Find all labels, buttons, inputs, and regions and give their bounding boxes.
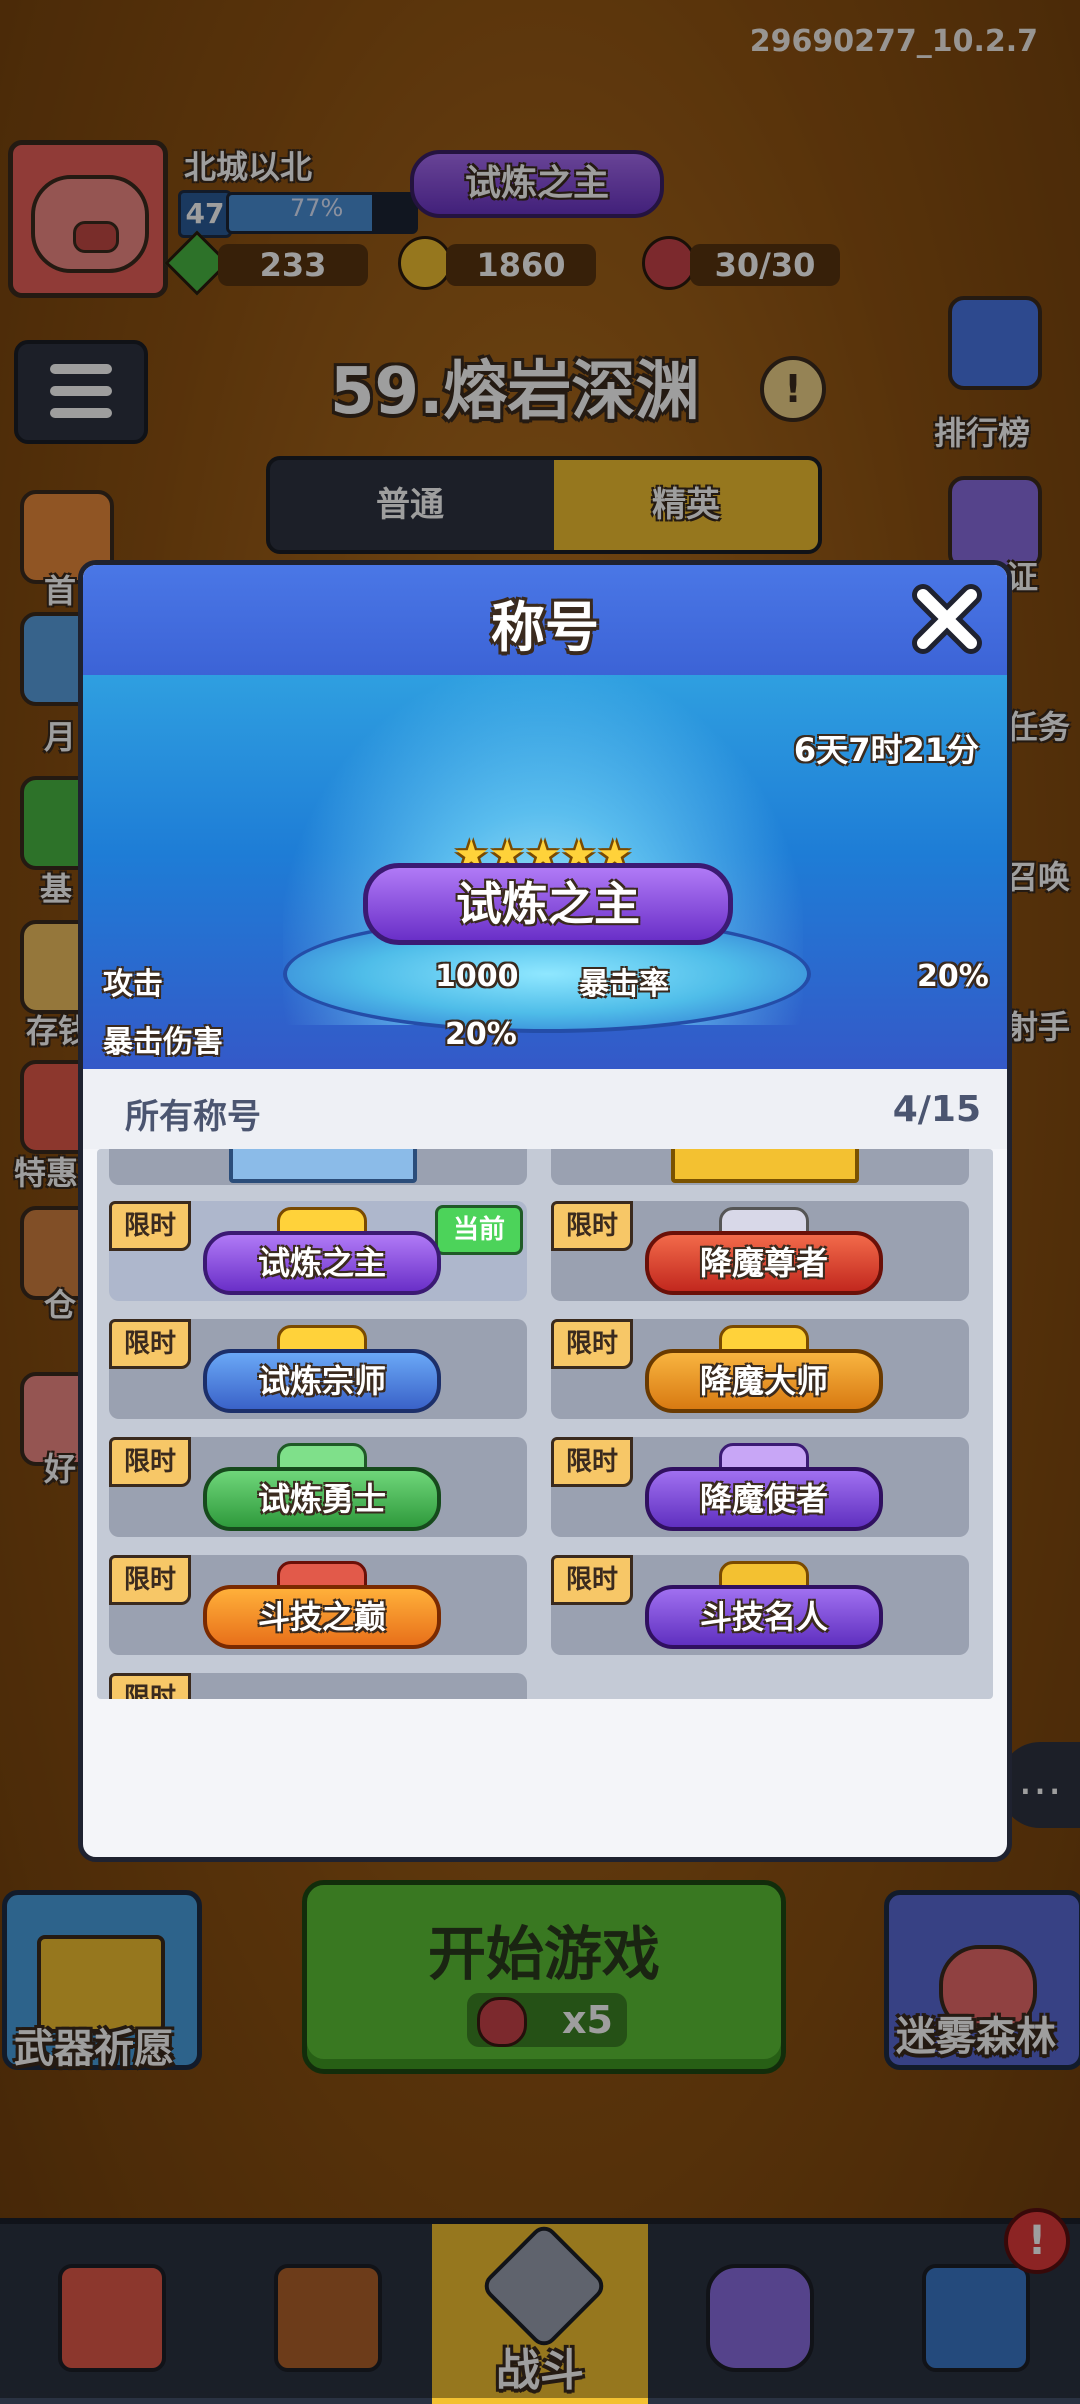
selected-title-label: 试炼之主 [363,863,733,945]
title-card[interactable]: 限时 斗技之巅 [109,1555,527,1655]
title-card-current[interactable]: 限时 当前 试炼之主 [109,1201,527,1301]
limited-tag: 限时 [551,1437,633,1487]
modal-title: 称号 [491,596,599,659]
title-name: 试炼勇士 [203,1467,441,1531]
title-card[interactable]: 限时 降魔尊者 [551,1201,969,1301]
stat-crit-damage-label: 暴击伤害 [103,1025,223,1060]
limited-tag: 限时 [109,1319,191,1369]
title-card[interactable]: 限时 降魔使者 [551,1437,969,1537]
title-name: 降魔使者 [645,1467,883,1531]
title-name: 斗技之巅 [203,1585,441,1649]
title-list[interactable]: 限时 当前 试炼之主 限时 降魔尊者 限时 试炼宗师 限时 降魔大师 限时 试炼… [97,1149,993,1699]
title-card-partial[interactable]: 限时 [109,1673,527,1699]
expiry-timer: 6天7时21分 [793,731,979,769]
limited-tag: 限时 [551,1201,633,1251]
title-card[interactable]: 限时 试炼勇士 [109,1437,527,1537]
title-name: 降魔大师 [645,1349,883,1413]
title-name: 试炼宗师 [203,1349,441,1413]
stat-crit-damage-value: 20% [445,1017,517,1052]
title-modal: 称号 6天7时21分 ★★★★★ 试炼之主 攻击 1000 暴击率 20% 暴击… [78,560,1012,1862]
title-list-header: 所有称号 4/15 [83,1069,1007,1149]
limited-tag: 限时 [109,1555,191,1605]
all-titles-label: 所有称号 [125,1097,261,1137]
title-card-partial[interactable] [551,1149,969,1185]
limited-tag: 限时 [551,1555,633,1605]
title-name: 试炼之主 [203,1231,441,1295]
title-card[interactable]: 限时 试炼宗师 [109,1319,527,1419]
title-card-partial[interactable] [109,1149,527,1185]
current-tag: 当前 [435,1205,523,1255]
selected-title-badge: ★★★★★ 试炼之主 [363,835,733,945]
title-card[interactable]: 限时 降魔大师 [551,1319,969,1419]
stat-crit-rate-label: 暴击率 [579,967,669,1002]
limited-tag: 限时 [109,1437,191,1487]
limited-tag: 限时 [109,1201,191,1251]
title-name: 斗技名人 [645,1585,883,1649]
stat-attack-label: 攻击 [103,967,163,1002]
modal-header: 称号 [83,565,1007,675]
limited-tag: 限时 [109,1673,191,1699]
stat-crit-rate-value: 20% [917,959,989,994]
limited-tag: 限时 [551,1319,633,1369]
close-icon[interactable] [909,581,985,657]
title-card[interactable]: 限时 斗技名人 [551,1555,969,1655]
title-showcase: 6天7时21分 ★★★★★ 试炼之主 攻击 1000 暴击率 20% 暴击伤害 … [83,675,1007,1069]
stat-attack-value: 1000 [435,959,519,994]
titles-count: 4/15 [892,1089,981,1130]
title-name: 降魔尊者 [645,1231,883,1295]
